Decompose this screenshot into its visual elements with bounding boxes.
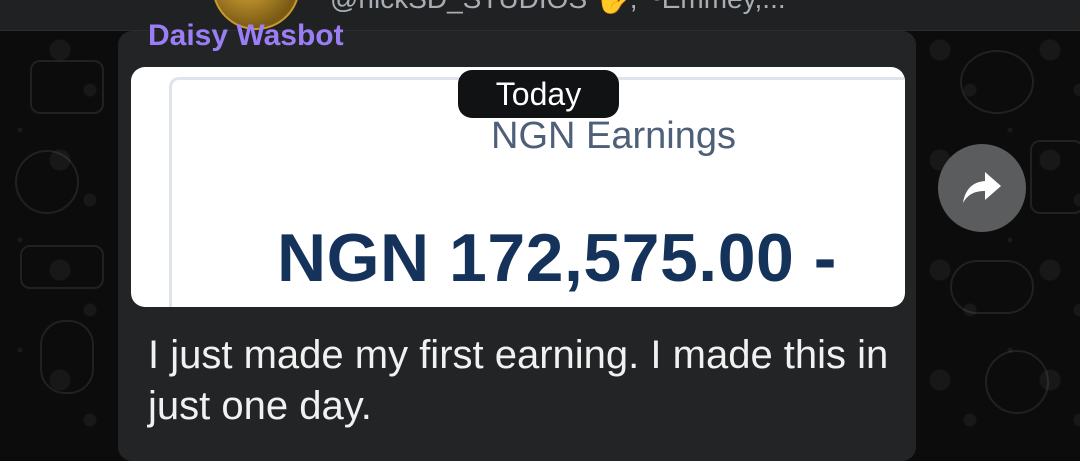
wallpaper-doodle bbox=[985, 350, 1049, 414]
wallpaper-doodle bbox=[960, 50, 1034, 114]
earnings-amount: NGN 172,575.00 - bbox=[277, 220, 837, 296]
wallpaper-doodle bbox=[15, 150, 79, 214]
forward-arrow-icon bbox=[963, 172, 1001, 203]
wallpaper-doodle bbox=[40, 320, 94, 394]
wallpaper-doodle bbox=[20, 245, 104, 289]
earnings-title: NGN Earnings bbox=[491, 115, 736, 157]
wallpaper-doodle bbox=[950, 260, 1034, 314]
wallpaper-doodle bbox=[30, 60, 104, 114]
forward-button[interactable] bbox=[938, 144, 1026, 232]
sender-name[interactable]: Daisy Wasbot bbox=[148, 18, 344, 54]
wallpaper-doodle bbox=[1030, 140, 1080, 214]
group-members-subtitle: @nickSD_STUDIOS 🖐, ~Emmey,... bbox=[330, 0, 786, 15]
date-separator: Today bbox=[458, 70, 619, 118]
message-text: I just made my first earning. I made thi… bbox=[148, 333, 889, 428]
